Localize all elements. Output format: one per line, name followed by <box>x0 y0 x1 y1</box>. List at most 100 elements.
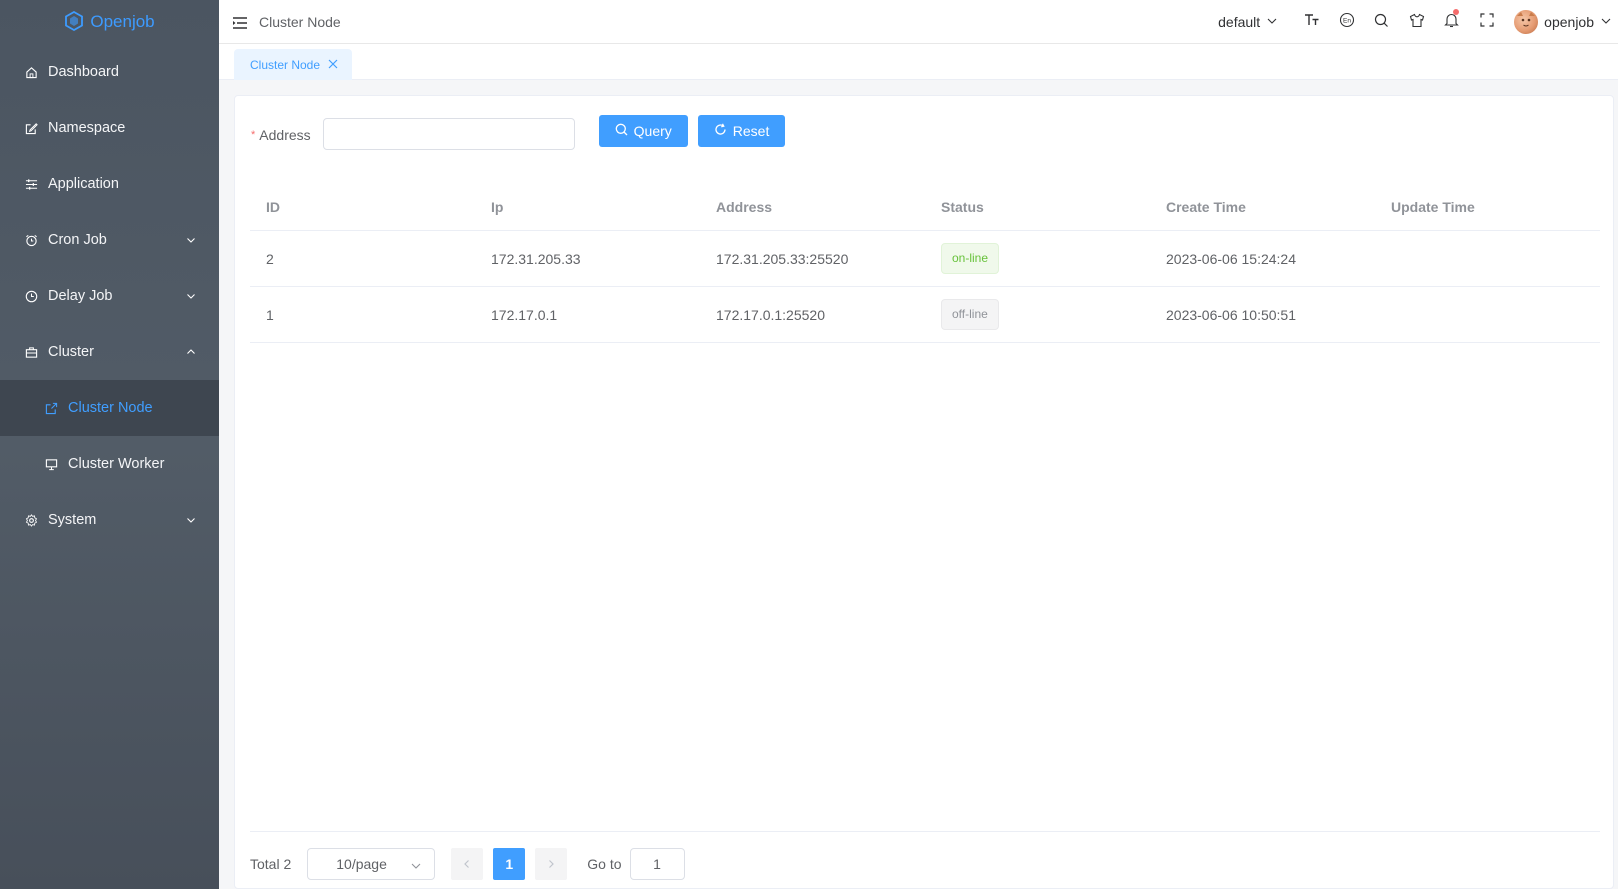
user-name: openjob <box>1544 13 1594 30</box>
page-size-value: 10/page <box>336 856 387 872</box>
notification-badge <box>1453 8 1460 15</box>
namespace-select[interactable]: default <box>1218 14 1278 30</box>
clock-icon <box>24 289 38 303</box>
page-size-select[interactable]: 10/page <box>307 848 436 880</box>
theme-button[interactable] <box>1399 0 1434 44</box>
chevron-down-icon <box>1600 14 1612 30</box>
home-icon <box>24 65 38 79</box>
chevron-left-icon <box>462 856 472 872</box>
sidebar-item-cron-job[interactable]: Cron Job <box>0 212 219 268</box>
share-icon <box>44 401 58 415</box>
page-number-button[interactable]: 1 <box>493 848 526 880</box>
sidebar-item-label: Cluster Node <box>68 400 153 416</box>
monitor-icon <box>44 457 58 471</box>
cell-create-time: 2023-06-06 15:24:24 <box>1166 250 1296 267</box>
app-logo[interactable]: Openjob <box>0 0 219 44</box>
column-header[interactable]: Create Time <box>1150 199 1375 215</box>
search-button[interactable] <box>1364 0 1399 44</box>
reset-button[interactable]: Reset <box>697 115 786 147</box>
chevron-up-icon <box>185 346 197 358</box>
namespace-select-value: default <box>1218 13 1261 30</box>
chevron-down-icon <box>185 514 197 526</box>
briefcase-icon <box>24 345 38 359</box>
cell-id: 2 <box>266 250 274 267</box>
breadcrumb: Cluster Node <box>259 13 341 30</box>
column-header[interactable]: Ip <box>475 199 700 215</box>
status-badge: off-line <box>941 299 999 330</box>
column-header[interactable]: Status <box>925 199 1150 215</box>
language-button[interactable]: En <box>1329 0 1364 44</box>
edit-icon <box>24 121 38 135</box>
goto-page-input[interactable]: 1 <box>629 848 685 880</box>
cluster-node-table: ID Ip Address Status Create Time Update … <box>250 184 1600 343</box>
cell-ip: 172.17.0.1 <box>491 306 558 323</box>
cell-status: on-line <box>925 243 1150 274</box>
main-card: * Address Query Reset ID Ip Address Statu… <box>234 95 1614 889</box>
sidebar: Openjob Dashboard Namespace Application … <box>0 0 219 889</box>
sidebar-item-label: System <box>48 512 97 528</box>
search-icon <box>1374 13 1389 31</box>
sidebar-item-dashboard[interactable]: Dashboard <box>0 44 219 100</box>
chevron-down-icon <box>185 290 197 302</box>
status-badge: on-line <box>941 243 1000 274</box>
app-name: Openjob <box>90 12 155 31</box>
sidebar-item-application[interactable]: Application <box>0 156 219 212</box>
sidebar-item-delay-job[interactable]: Delay Job <box>0 268 219 324</box>
cell-address: 172.17.0.1:25520 <box>716 306 825 323</box>
sidebar-item-namespace[interactable]: Namespace <box>0 100 219 156</box>
sidebar-item-system[interactable]: System <box>0 492 219 548</box>
cell-create-time: 2023-06-06 10:50:51 <box>1166 306 1296 323</box>
cell-id: 1 <box>266 306 274 323</box>
openjob-logo-icon <box>64 10 84 34</box>
address-input[interactable] <box>322 118 575 150</box>
table-row[interactable]: 1 172.17.0.1 172.17.0.1:25520 off-line 2… <box>250 287 1600 343</box>
column-header[interactable]: ID <box>250 199 475 215</box>
query-label: Query <box>633 123 672 139</box>
sidebar-item-cluster-node[interactable]: Cluster Node <box>0 380 219 436</box>
search-form: * Address Query Reset <box>251 112 786 150</box>
chevron-down-icon <box>185 234 197 246</box>
sidebar-item-cluster[interactable]: Cluster <box>0 324 219 380</box>
notification-button[interactable] <box>1434 0 1469 44</box>
sidebar-item-label: Cluster <box>48 344 94 360</box>
sidebar-item-label: Application <box>48 176 119 192</box>
sidebar-item-label: Namespace <box>48 120 126 136</box>
font-size-button[interactable] <box>1294 0 1329 44</box>
search-icon <box>615 123 628 139</box>
query-button[interactable]: Query <box>598 115 688 147</box>
cell-address: 172.31.205.33:25520 <box>716 250 849 267</box>
sidebar-item-label: Delay Job <box>48 288 113 304</box>
sidebar-item-cluster-worker[interactable]: Cluster Worker <box>0 436 219 492</box>
sidebar-item-label: Cluster Worker <box>68 456 165 472</box>
divider <box>250 831 1600 832</box>
gear-icon <box>24 513 38 527</box>
alarm-clock-icon <box>24 233 38 247</box>
chevron-right-icon <box>546 856 556 872</box>
sliders-icon <box>24 177 38 191</box>
close-icon[interactable] <box>328 58 338 72</box>
pagination-total: Total 2 <box>250 856 292 872</box>
cell-ip: 172.31.205.33 <box>491 250 581 267</box>
bell-icon <box>1444 12 1459 31</box>
column-header[interactable]: Update Time <box>1375 199 1600 215</box>
column-header[interactable]: Address <box>700 199 925 215</box>
reset-label: Reset <box>732 123 770 139</box>
goto-label: Go to <box>587 856 622 872</box>
chevron-down-icon <box>1266 14 1278 30</box>
prev-page-button[interactable] <box>451 848 484 880</box>
table-row[interactable]: 2 172.31.205.33 172.31.205.33:25520 on-l… <box>250 231 1600 287</box>
t-shirt-icon <box>1409 13 1425 31</box>
fullscreen-button[interactable] <box>1469 0 1504 44</box>
menu-toggle-icon[interactable] <box>233 16 247 29</box>
font-size-icon <box>1304 13 1320 30</box>
pagination: Total 2 10/page 1 Go to 1 <box>250 848 685 880</box>
tab-cluster-node[interactable]: Cluster Node <box>234 49 353 80</box>
tab-label: Cluster Node <box>250 57 321 72</box>
table-header: ID Ip Address Status Create Time Update … <box>250 184 1600 231</box>
fullscreen-icon <box>1480 13 1494 30</box>
avatar <box>1514 9 1539 34</box>
next-page-button[interactable] <box>535 848 568 880</box>
top-header: Cluster Node default En openjob <box>219 0 1618 44</box>
user-menu[interactable]: openjob <box>1514 9 1612 34</box>
address-label: * Address <box>251 127 311 143</box>
